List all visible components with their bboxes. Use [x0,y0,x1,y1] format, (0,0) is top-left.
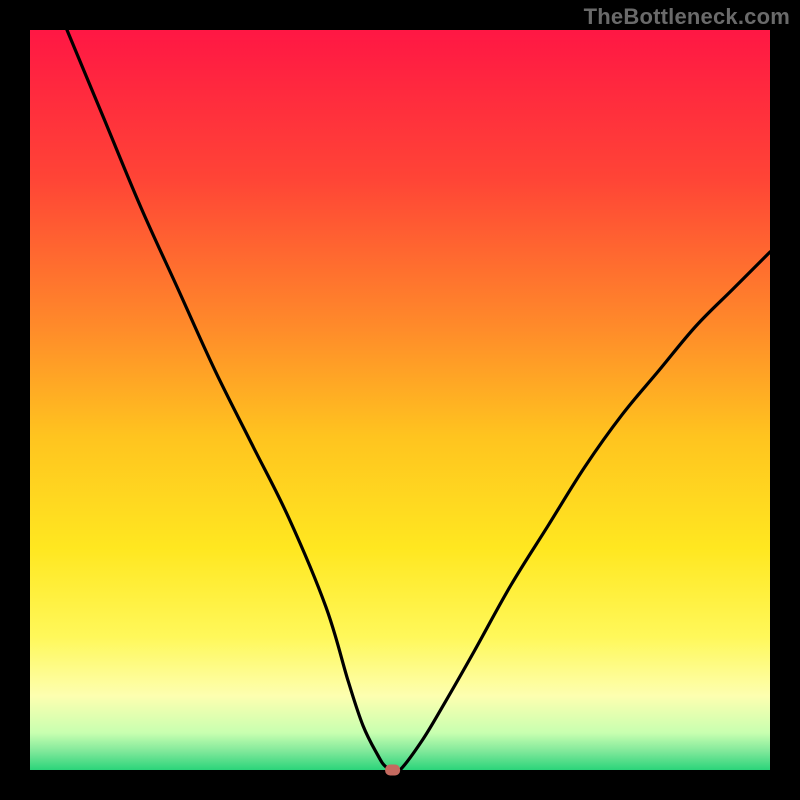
optimal-point-marker [385,765,400,776]
plot-area [30,30,770,770]
watermark-text: TheBottleneck.com [584,4,790,30]
bottleneck-chart [0,0,800,800]
